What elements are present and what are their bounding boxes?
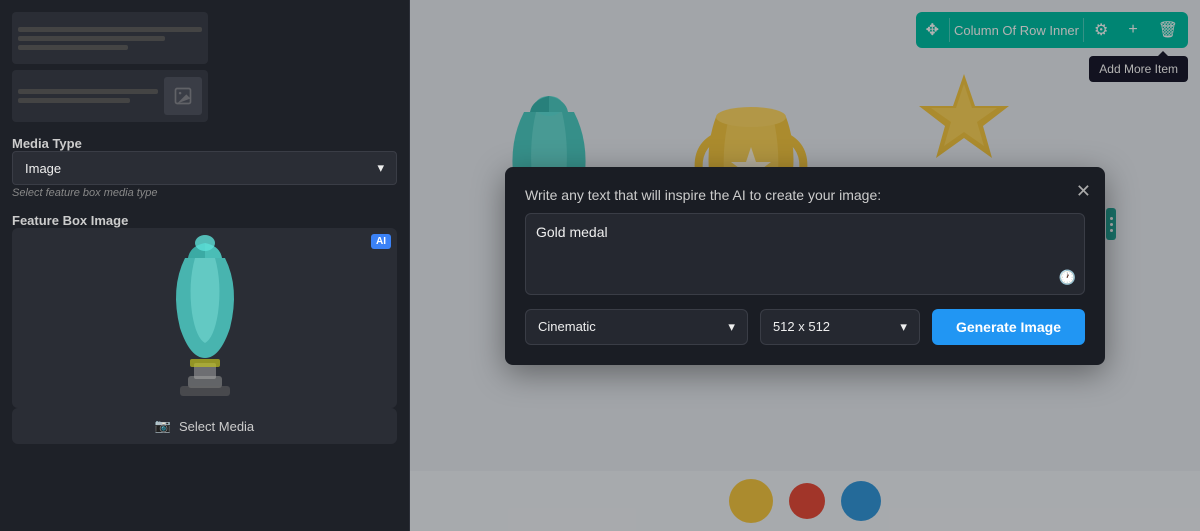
- style-dropdown[interactable]: Cinematic ▾: [525, 309, 748, 345]
- ai-textarea-wrapper: Gold medal 🕐: [525, 213, 1085, 295]
- left-panel: Media Type Image ▾ Select feature box me…: [0, 0, 410, 531]
- ai-modal-title: Write any text that will inspire the AI …: [525, 187, 1085, 203]
- media-type-label: Media Type: [12, 136, 397, 151]
- media-type-hint: Select feature box media type: [12, 187, 397, 199]
- select-media-button[interactable]: 📷 Select Media: [12, 408, 397, 444]
- media-type-section: Media Type Image ▾ Select feature box me…: [12, 132, 397, 199]
- thumb-2[interactable]: [12, 70, 208, 122]
- thumb-line: [18, 98, 130, 103]
- thumb-line: [18, 36, 165, 41]
- feature-box-section: Feature Box Image AI 📷 Selec: [12, 209, 397, 444]
- ai-badge: AI: [371, 234, 391, 249]
- thumb-image-box: [164, 77, 202, 115]
- thumb-line: [18, 89, 158, 94]
- ai-modal-overlay: ✕ Write any text that will inspire the A…: [410, 0, 1200, 531]
- size-dropdown[interactable]: 512 x 512 ▾: [760, 309, 920, 345]
- template-thumbnails: [12, 12, 397, 122]
- ai-modal-close-button[interactable]: ✕: [1076, 181, 1091, 202]
- media-type-dropdown[interactable]: Image ▾: [12, 151, 397, 185]
- chevron-down-icon: ▾: [900, 319, 907, 335]
- style-value: Cinematic: [538, 319, 596, 334]
- size-value: 512 x 512: [773, 319, 830, 334]
- thumb-line: [18, 27, 202, 32]
- feature-box-label: Feature Box Image: [12, 213, 397, 228]
- ai-prompt-input[interactable]: Gold medal: [536, 224, 1074, 279]
- select-media-label: Select Media: [179, 419, 254, 434]
- feature-image-container: AI: [12, 228, 397, 408]
- chevron-down-icon: ▾: [728, 319, 735, 335]
- history-icon[interactable]: 🕐: [1059, 269, 1076, 286]
- thumb-line: [18, 45, 128, 50]
- canvas-area: ✥ Column Of Row Inner ⚙ + 🗑 Add More Ite…: [410, 0, 1200, 531]
- select-media-icon: 📷: [155, 418, 171, 434]
- chevron-down-icon: ▾: [377, 160, 384, 176]
- trophy-image-preview: [150, 228, 260, 408]
- media-type-value: Image: [25, 161, 61, 176]
- thumb-1[interactable]: [12, 12, 208, 64]
- ai-modal-footer: Cinematic ▾ 512 x 512 ▾ Generate Image: [525, 309, 1085, 345]
- generate-image-button[interactable]: Generate Image: [932, 309, 1085, 345]
- ai-modal: ✕ Write any text that will inspire the A…: [505, 167, 1105, 365]
